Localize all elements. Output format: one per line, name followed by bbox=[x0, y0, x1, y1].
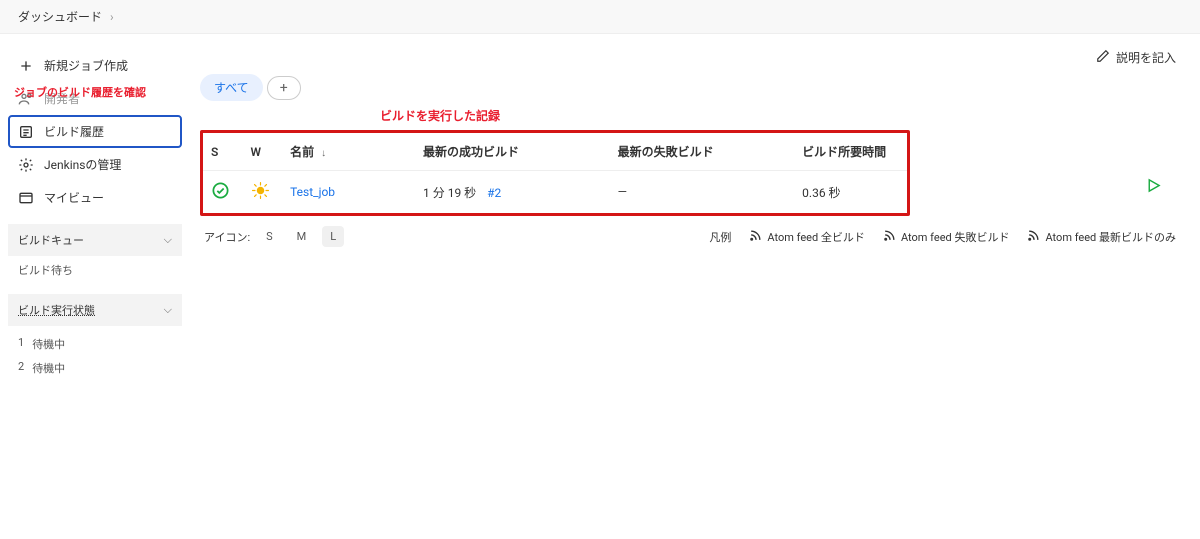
weather-sunny-icon bbox=[251, 189, 270, 203]
plus-icon bbox=[18, 58, 34, 74]
rss-icon bbox=[1027, 229, 1040, 245]
col-status[interactable]: S bbox=[203, 133, 243, 171]
size-l-button[interactable]: L bbox=[322, 226, 344, 247]
gear-icon bbox=[18, 157, 34, 173]
status-success-icon bbox=[211, 189, 230, 203]
sort-down-icon: ↓ bbox=[321, 148, 326, 159]
table-row: Test_job 1 分 19 秒 #2 — 0.36 秒 bbox=[203, 171, 907, 214]
feed-latest-link[interactable]: Atom feed 最新ビルドのみ bbox=[1027, 229, 1176, 245]
sidebar-item-my-view[interactable]: マイビュー bbox=[8, 181, 182, 214]
new-job-button[interactable]: 新規ジョブ作成 bbox=[8, 49, 182, 82]
section-label: ビルドキュー bbox=[18, 232, 84, 248]
annotation-table: ビルドを実行した記録 bbox=[380, 107, 1180, 124]
link-label: 凡例 bbox=[709, 229, 731, 245]
executor-row: 2 待機中 bbox=[18, 356, 172, 380]
executor-row: 1 待機中 bbox=[18, 332, 172, 356]
jobs-table: S W 名前 ↓ 最新の成功ビルド 最新の失敗ビルド ビルド所要時間 bbox=[203, 133, 907, 213]
executor-state: 待機中 bbox=[32, 336, 65, 352]
view-tabs: すべて + bbox=[200, 74, 1180, 101]
icon-size-picker: アイコン: S M L bbox=[204, 226, 344, 247]
sidebar-item-label: マイビュー bbox=[44, 189, 104, 206]
rss-icon bbox=[883, 229, 896, 245]
executor-status-body: 1 待機中 2 待機中 bbox=[8, 326, 182, 386]
breadcrumb-root[interactable]: ダッシュボード bbox=[18, 8, 102, 25]
job-name-link[interactable]: Test_job bbox=[290, 185, 335, 199]
fail-value: — bbox=[618, 185, 627, 199]
section-label: ビルド実行状態 bbox=[18, 302, 95, 318]
jobs-table-highlight: S W 名前 ↓ 最新の成功ビルド 最新の失敗ビルド ビルド所要時間 bbox=[200, 130, 910, 216]
col-name[interactable]: 名前 ↓ bbox=[282, 133, 415, 171]
breadcrumb: ダッシュボード › bbox=[0, 0, 1200, 34]
link-label: Atom feed 失敗ビルド bbox=[901, 229, 1010, 245]
col-weather[interactable]: W bbox=[243, 133, 283, 171]
chevron-down-icon: ⌵ bbox=[164, 303, 172, 317]
col-duration[interactable]: ビルド所要時間 bbox=[794, 133, 907, 171]
executor-status-header[interactable]: ビルド実行状態 ⌵ bbox=[8, 294, 182, 326]
add-description-link[interactable]: 説明を記入 bbox=[1096, 49, 1176, 66]
size-m-button[interactable]: M bbox=[289, 226, 315, 247]
sidebar-item-label: 新規ジョブ作成 bbox=[44, 57, 128, 74]
add-view-button[interactable]: + bbox=[267, 76, 301, 100]
build-queue-body: ビルド待ち bbox=[8, 256, 182, 284]
feed-all-link[interactable]: Atom feed 全ビルド bbox=[749, 229, 865, 245]
run-build-button[interactable] bbox=[1145, 177, 1162, 197]
col-last-success[interactable]: 最新の成功ビルド bbox=[415, 133, 610, 171]
build-queue-header[interactable]: ビルドキュー ⌵ bbox=[8, 224, 182, 256]
legend-link[interactable]: 凡例 bbox=[709, 229, 731, 245]
executor-num: 2 bbox=[18, 360, 24, 376]
main-content: 説明を記入 すべて + ビルドを実行した記録 S W 名前 ↓ bbox=[190, 34, 1200, 401]
pencil-icon bbox=[1096, 49, 1110, 66]
executor-state: 待機中 bbox=[32, 360, 65, 376]
link-label: Atom feed 最新ビルドのみ bbox=[1045, 229, 1176, 245]
col-name-label: 名前 bbox=[290, 145, 314, 159]
build-ref-link[interactable]: #2 bbox=[487, 186, 501, 200]
history-icon bbox=[18, 124, 34, 140]
link-label: 説明を記入 bbox=[1116, 49, 1176, 66]
sidebar-item-label: ビルド履歴 bbox=[44, 123, 104, 140]
sidebar-item-label: Jenkinsの管理 bbox=[44, 156, 121, 173]
sidebar-item-manage[interactable]: Jenkinsの管理 bbox=[8, 148, 182, 181]
duration-value: 0.36 秒 bbox=[802, 186, 840, 200]
window-icon bbox=[18, 190, 34, 206]
rss-icon bbox=[749, 229, 762, 245]
feed-fail-link[interactable]: Atom feed 失敗ビルド bbox=[883, 229, 1010, 245]
feed-links: 凡例 Atom feed 全ビルド Atom feed 失敗ビルド Atom f… bbox=[709, 229, 1176, 245]
icon-size-label: アイコン: bbox=[204, 229, 250, 245]
tab-all[interactable]: すべて bbox=[200, 74, 263, 101]
queue-empty-text: ビルド待ち bbox=[18, 264, 73, 277]
col-last-fail[interactable]: 最新の失敗ビルド bbox=[610, 133, 795, 171]
success-time: 1 分 19 秒 bbox=[423, 186, 476, 200]
sidebar: 新規ジョブ作成 ジョブのビルド履歴を確認 開発者 ビルド履歴 Jenkinsの管… bbox=[0, 34, 190, 401]
chevron-right-icon: › bbox=[110, 10, 114, 24]
link-label: Atom feed 全ビルド bbox=[767, 229, 865, 245]
annotation-history: ジョブのビルド履歴を確認 bbox=[14, 84, 182, 100]
chevron-down-icon: ⌵ bbox=[164, 233, 172, 247]
executor-num: 1 bbox=[18, 336, 24, 352]
size-s-button[interactable]: S bbox=[258, 226, 281, 247]
sidebar-item-build-history[interactable]: ビルド履歴 bbox=[8, 115, 182, 148]
table-footer: アイコン: S M L 凡例 Atom feed 全ビルド Atom feed … bbox=[200, 216, 1180, 257]
